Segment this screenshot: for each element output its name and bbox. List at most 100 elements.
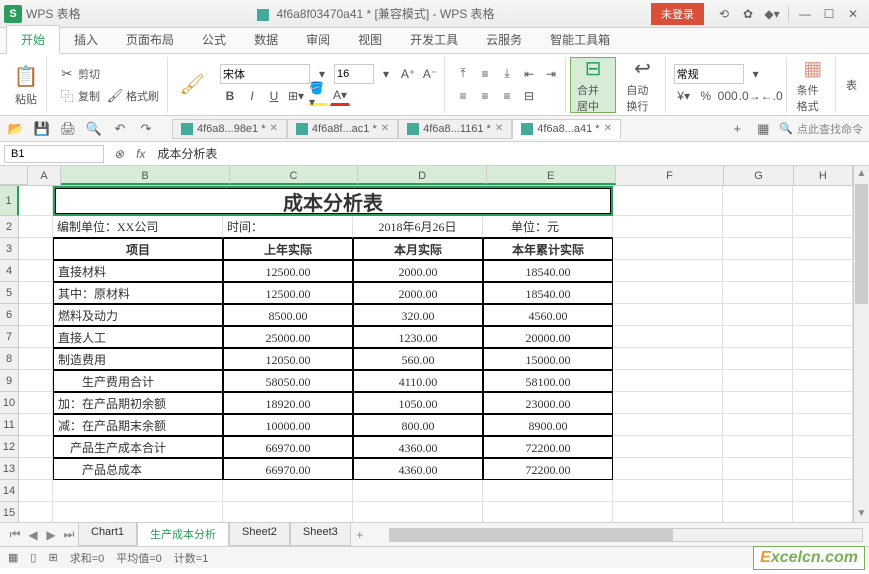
cell[interactable]: 560.00: [353, 348, 483, 370]
cell[interactable]: [613, 370, 723, 392]
menu-tab-5[interactable]: 审阅: [292, 26, 344, 53]
fill-color-button[interactable]: 🪣▾: [308, 86, 328, 106]
align-bottom-button[interactable]: ⤓: [497, 64, 517, 84]
doc-tab-2[interactable]: 4f6a8...1161 *✕: [398, 119, 512, 139]
minimize-button[interactable]: —: [793, 4, 817, 24]
align-left-button[interactable]: ≡: [453, 86, 473, 106]
cell[interactable]: [613, 282, 723, 304]
cell[interactable]: 18540.00: [483, 260, 613, 282]
percent-button[interactable]: %: [696, 86, 716, 106]
shrink-font-button[interactable]: A⁻: [420, 64, 440, 84]
cell[interactable]: [223, 480, 353, 502]
preview-button[interactable]: 🔍: [84, 119, 104, 139]
doc-tab-1[interactable]: 4f6a8f...ac1 *✕: [287, 119, 398, 139]
cell[interactable]: [723, 260, 793, 282]
col-header-E[interactable]: E: [487, 166, 616, 185]
col-header-H[interactable]: H: [794, 166, 853, 185]
cell[interactable]: [793, 216, 853, 238]
fmtpaint-big[interactable]: 🖌: [172, 57, 212, 113]
cell[interactable]: [19, 348, 53, 370]
sync-icon[interactable]: ⟲: [712, 4, 736, 24]
row-header-11[interactable]: 11: [0, 414, 19, 436]
dropdown-icon[interactable]: ▾: [376, 64, 396, 84]
align-center-button[interactable]: ≡: [475, 86, 495, 106]
cell[interactable]: [613, 238, 723, 260]
cell[interactable]: [483, 502, 613, 522]
comma-button[interactable]: 000: [718, 86, 738, 106]
cell[interactable]: 减：在产品期末余额: [53, 414, 223, 436]
close-icon[interactable]: ✕: [495, 123, 503, 134]
merge-split-button[interactable]: ⊟: [519, 86, 539, 106]
cell[interactable]: [723, 304, 793, 326]
cell[interactable]: [613, 458, 723, 480]
cell[interactable]: 产品总成本: [53, 458, 223, 480]
cell[interactable]: 燃料及动力: [53, 304, 223, 326]
italic-button[interactable]: I: [242, 86, 262, 106]
cell[interactable]: 12050.00: [223, 348, 353, 370]
sheet-tab-1[interactable]: 生产成本分析: [137, 522, 229, 546]
align-middle-button[interactable]: ≡: [475, 64, 495, 84]
bold-button[interactable]: B: [220, 86, 240, 106]
fmtpaint-icon[interactable]: 🖌: [107, 88, 123, 104]
cell[interactable]: 8900.00: [483, 414, 613, 436]
doc-tab-0[interactable]: 4f6a8...98e1 *✕: [172, 119, 287, 139]
vertical-scrollbar[interactable]: ▲ ▼: [853, 166, 869, 522]
col-header-C[interactable]: C: [230, 166, 359, 185]
cell[interactable]: 2000.00: [353, 282, 483, 304]
cell[interactable]: 320.00: [353, 304, 483, 326]
cell[interactable]: 10000.00: [223, 414, 353, 436]
cell[interactable]: 72200.00: [483, 436, 613, 458]
cell[interactable]: 4560.00: [483, 304, 613, 326]
menu-tab-9[interactable]: 智能工具箱: [536, 26, 624, 53]
row-header-10[interactable]: 10: [0, 392, 19, 414]
cell[interactable]: [723, 458, 793, 480]
cell[interactable]: 800.00: [353, 414, 483, 436]
view-break-icon[interactable]: ⊞: [48, 551, 57, 564]
cell[interactable]: [19, 186, 53, 216]
border-button[interactable]: ⊞▾: [286, 86, 306, 106]
cell[interactable]: [793, 480, 853, 502]
currency-button[interactable]: ¥▾: [674, 86, 694, 106]
tab-list-button[interactable]: ▦: [753, 119, 773, 139]
underline-button[interactable]: U: [264, 86, 284, 106]
cell[interactable]: 直接人工: [53, 326, 223, 348]
cell[interactable]: [613, 480, 723, 502]
cell[interactable]: [723, 216, 793, 238]
scroll-thumb[interactable]: [855, 184, 868, 304]
cell[interactable]: [793, 458, 853, 480]
col-header-A[interactable]: A: [28, 166, 62, 185]
cell[interactable]: [19, 392, 53, 414]
cell[interactable]: [19, 326, 53, 348]
sheet-nav-next[interactable]: ▶: [42, 528, 60, 542]
number-format-select[interactable]: [674, 64, 744, 84]
copy-button[interactable]: ⿻复制🖌格式刷: [55, 86, 163, 106]
indent-dec-button[interactable]: ⇤: [519, 64, 539, 84]
cell[interactable]: 1050.00: [353, 392, 483, 414]
cell[interactable]: [793, 326, 853, 348]
indent-inc-button[interactable]: ⇥: [541, 64, 561, 84]
cell[interactable]: [19, 238, 53, 260]
cell[interactable]: [613, 326, 723, 348]
cell[interactable]: [613, 260, 723, 282]
cell[interactable]: [19, 480, 53, 502]
cell[interactable]: [793, 414, 853, 436]
condfmt-group[interactable]: ▦ 条件格式: [791, 57, 836, 113]
cell[interactable]: [19, 502, 53, 522]
cell[interactable]: [723, 414, 793, 436]
cell[interactable]: [723, 348, 793, 370]
cell[interactable]: 58100.00: [483, 370, 613, 392]
scroll-thumb[interactable]: [390, 529, 673, 541]
cell[interactable]: [19, 436, 53, 458]
cell[interactable]: 2000.00: [353, 260, 483, 282]
cell[interactable]: [793, 260, 853, 282]
row-header-8[interactable]: 8: [0, 348, 19, 370]
cell[interactable]: [793, 436, 853, 458]
cell[interactable]: 时间：: [223, 216, 353, 238]
merge-group[interactable]: ⊟ 合并居中: [570, 57, 616, 113]
view-page-icon[interactable]: ▯: [30, 551, 36, 564]
cells-area[interactable]: 成本分析表编制单位：XX公司时间：2018年6月26日 单位：元项目上年实际本月…: [19, 186, 853, 522]
align-top-button[interactable]: ⤒: [453, 64, 473, 84]
cell[interactable]: 编制单位：XX公司: [53, 216, 223, 238]
cell[interactable]: 66970.00: [223, 436, 353, 458]
cell[interactable]: [613, 216, 723, 238]
